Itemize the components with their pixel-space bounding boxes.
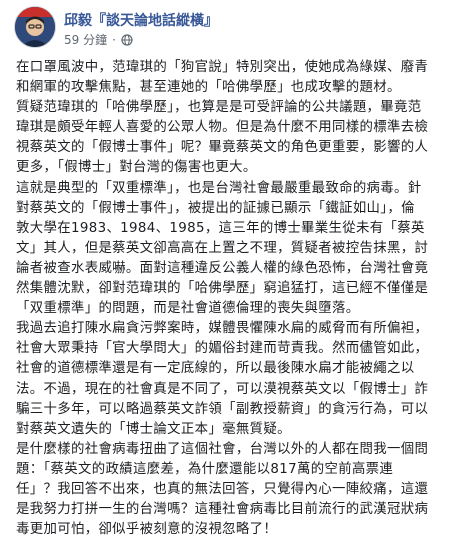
post-line: 質疑范瑋琪的「哈佛學歷」，也算是是可受評論的公共議題，畢竟范: [16, 100, 422, 116]
post-line: 騙三十多年，可以略過蔡英文詐領「副教授薪資」的貪污行為，可以: [16, 401, 429, 417]
post-line: 是我努力打拼一生的台灣嗎？這種社會病毒比目前流行的武漢冠狀病: [16, 502, 429, 518]
post-line: 題：「蔡英文的政績這麼差，為什麼還能以817萬的空前高票連: [16, 461, 394, 477]
post-line: 更多，「假博士」對台灣的傷害也更大。: [16, 160, 257, 176]
meta-separator: ·: [112, 32, 116, 47]
post-line: 視蔡英文的「假博士事件」呢？畢竟蔡英文的角色更重要，影響的人: [16, 140, 429, 156]
post-line: 和網軍的攻擊焦點，甚至連她的「哈佛學歷」也成攻擊的題材。: [16, 80, 401, 96]
post-line: 敦大學在1983、1984、1985，這三年的博士畢業生從未有「蔡英: [16, 220, 425, 236]
post-line: 對蔡英文遺失的「博士論文正本」毫無質疑。: [16, 421, 291, 437]
post-line: 法。不過，現在的社會真是不同了，可以漠視蔡英文以「假博士」詐: [16, 381, 429, 397]
post-line: 瑋琪是頗受年輕人喜愛的公眾人物。但是為什麼不用同樣的標準去檢: [16, 120, 429, 136]
post-line: 論者被查水表威嚇。面對這種違反公義人權的綠色恐怖，台灣社會竟: [16, 260, 429, 276]
post-line: 社會大眾秉持「官大學問大」的媚俗封建而苛責我。然而儘管如此，: [16, 341, 429, 357]
post-line: 毒更加可怕，卻似乎被刻意的沒視忽略了！: [16, 522, 278, 538]
globe-icon[interactable]: [121, 33, 133, 46]
post-line: 是什麼樣的社會病毒扭曲了這個社會，台灣以外的人都在問我一個問: [16, 441, 429, 457]
post-line: 然集體沈默，卻對范瑋琪的「哈佛學歷」窮追猛打，這已經不僅僅是: [16, 281, 429, 297]
author-name[interactable]: 邱毅『談天論地話縱橫』: [64, 10, 218, 30]
post-line: 任」？我回答不出來，也真的無法回答，只覺得內心一陣絞痛，這還: [16, 481, 429, 497]
post-line: 「双重標準」的問題，而是社會道德倫理的喪失與墮落。: [16, 301, 360, 317]
avatar-portrait-icon: [15, 7, 55, 47]
post-line: 社會的道德標準還是有一定底線的，所以最後陳水扁才能被繩之以: [16, 361, 415, 377]
post-line: 我過去追打陳水扁貪污弊案時，媒體畏懼陳水扁的威脅而有所偏袒，: [16, 321, 429, 337]
facebook-post: 邱毅『談天論地話縱橫』 59 分鐘 · 在口罩風波中，范瑋琪的「狗官說」特別突出…: [0, 0, 475, 543]
post-line: 在口罩風波中，范瑋琪的「狗官說」特別突出，使她成為綠媒、廢青: [16, 60, 429, 75]
post-line: 文」其人，但是蔡英文卻高高在上置之不理，質疑者被控告抹黑，討: [16, 240, 429, 256]
post-line: 這就是典型的「双重標準」，也是台灣社會最嚴重最致命的病毒。針: [16, 180, 422, 196]
post-body: 在口罩風波中，范瑋琪的「狗官說」特別突出，使她成為綠媒、廢青 和網軍的攻擊焦點，…: [16, 58, 464, 540]
post-meta: 59 分鐘 ·: [64, 31, 133, 48]
post-timestamp[interactable]: 59 分鐘: [64, 31, 107, 48]
author-avatar[interactable]: [14, 6, 56, 48]
post-line: 對蔡英文的「假博士事件」，被提出的証據已顯示「鐵証如山」，倫: [16, 200, 415, 216]
